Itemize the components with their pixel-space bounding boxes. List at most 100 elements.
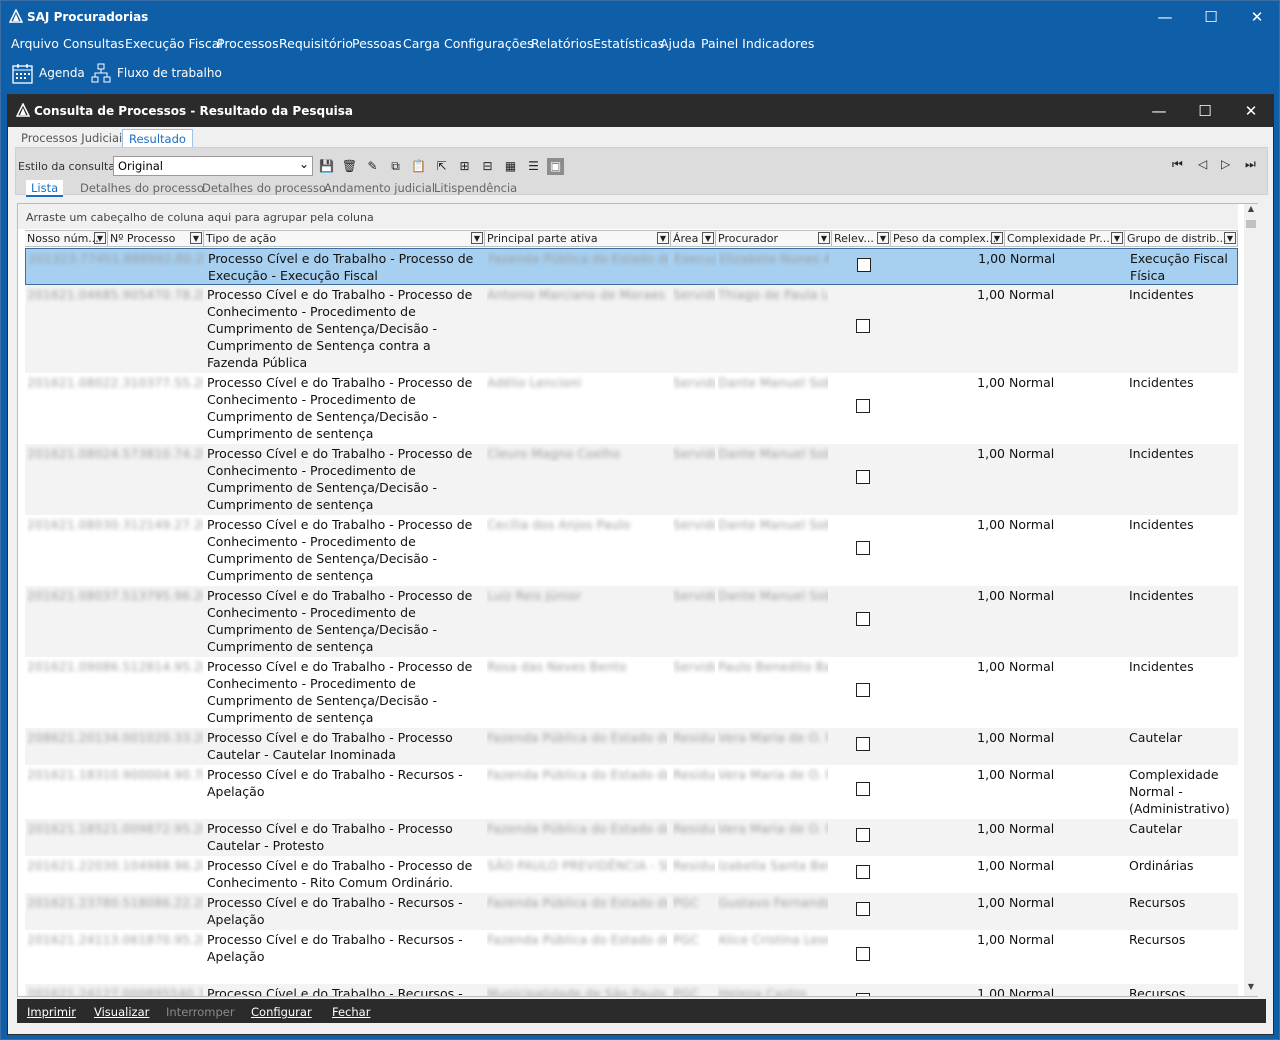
- window-close-icon[interactable]: ✕: [1228, 95, 1274, 127]
- col-complexidade[interactable]: Complexidade Pr... ▼: [1005, 231, 1125, 247]
- relevante-checkbox[interactable]: [856, 737, 870, 751]
- tree-icon[interactable]: ⊞: [456, 158, 473, 175]
- maximize-icon[interactable]: ☐: [1188, 1, 1234, 33]
- agenda-button[interactable]: Agenda: [12, 61, 85, 85]
- table-row[interactable]: 201621.09086.512814.95.207 Processo Cível…: [25, 657, 1238, 728]
- table-row[interactable]: 201323.77451.888992.80.207 Processo Cível…: [25, 248, 1238, 285]
- filter-dropdown-icon[interactable]: ▼: [818, 232, 830, 244]
- col-relevancia[interactable]: Relev... ▼: [832, 231, 891, 247]
- scroll-down-icon[interactable]: ▼: [1244, 982, 1258, 996]
- menu-ajuda[interactable]: Ajuda: [660, 36, 696, 51]
- relevante-checkbox[interactable]: [856, 993, 870, 996]
- table-row[interactable]: 201621.04685.905470.78.207 Processo Cível…: [25, 285, 1238, 373]
- relevante-checkbox[interactable]: [856, 612, 870, 626]
- fluxo-de-trabalho-button[interactable]: Fluxo de trabalho: [91, 61, 222, 85]
- subtab-andamento-judicial[interactable]: Andamento judicial: [319, 180, 440, 197]
- relevante-checkbox[interactable]: [856, 683, 870, 697]
- col-area[interactable]: Área ▼: [671, 231, 716, 247]
- relevante-checkbox[interactable]: [856, 828, 870, 842]
- table-row[interactable]: 201621.18521.009872.95.207 Processo Cível…: [25, 819, 1238, 856]
- visualizar-button[interactable]: Visualizar: [94, 1005, 149, 1019]
- scroll-up-icon[interactable]: ▲: [1244, 204, 1258, 218]
- table-row[interactable]: 201621.24127.000895540.196 Processo Cível…: [25, 984, 1238, 996]
- first-page-icon[interactable]: ⏮: [1172, 157, 1183, 172]
- last-page-icon[interactable]: ⏭: [1245, 157, 1256, 172]
- menu-relatorios[interactable]: Relatórios: [531, 36, 593, 51]
- menu-processos[interactable]: Processos: [217, 36, 279, 51]
- columns-icon[interactable]: ▦: [502, 158, 519, 175]
- menu-configuracoes[interactable]: Configurações: [444, 36, 534, 51]
- edit-icon[interactable]: ✎: [364, 158, 381, 175]
- table-row[interactable]: 201621.18310.900004.90.781 Processo Cível…: [25, 765, 1238, 819]
- table-row[interactable]: 208621.20134.001020.33.207 Processo Cível…: [25, 728, 1238, 765]
- table-row[interactable]: 201621.08024.573810.74.207 Processo Cível…: [25, 444, 1238, 515]
- filter-dropdown-icon[interactable]: ▼: [1111, 232, 1123, 244]
- filter-dropdown-icon[interactable]: ▼: [991, 232, 1003, 244]
- subtab-detalhes-processo-2[interactable]: Detalhes do processo: [197, 180, 331, 197]
- subtab-litispendencia[interactable]: Litispendência: [429, 180, 522, 197]
- tab-processos-judiciais[interactable]: Processos Judiciais: [15, 129, 134, 147]
- relevante-checkbox[interactable]: [856, 319, 870, 333]
- cell-nosso-numero: 201621.08037.513795.96.208: [27, 588, 203, 603]
- col-n-processo[interactable]: Nº Processo ▼: [108, 231, 204, 247]
- relevante-checkbox[interactable]: [856, 470, 870, 484]
- relevante-checkbox[interactable]: [856, 541, 870, 555]
- menu-consultas[interactable]: Consultas: [63, 36, 124, 51]
- col-procurador[interactable]: Procurador ▼: [716, 231, 832, 247]
- subtab-lista[interactable]: Lista: [26, 180, 64, 197]
- export-icon[interactable]: ⇱: [433, 158, 450, 175]
- table-row[interactable]: 201621.22030.104988.96.207 Processo Cível…: [25, 856, 1238, 893]
- relevante-checkbox[interactable]: [856, 902, 870, 916]
- fechar-button[interactable]: Fechar: [332, 1005, 370, 1019]
- window-minimize-icon[interactable]: —: [1136, 95, 1182, 127]
- filter-dropdown-icon[interactable]: ▼: [657, 232, 669, 244]
- scroll-thumb[interactable]: [1246, 220, 1256, 228]
- delete-icon[interactable]: 🗑: [341, 158, 358, 175]
- relevante-checkbox[interactable]: [856, 782, 870, 796]
- grid-view-icon[interactable]: ▣: [547, 158, 564, 175]
- table-row[interactable]: 201621.08022.310377.55.207 Processo Cível…: [25, 373, 1238, 444]
- vertical-scrollbar[interactable]: ▲ ▼: [1244, 204, 1258, 996]
- rows-icon[interactable]: ☰: [525, 158, 542, 175]
- menu-pessoas[interactable]: Pessoas: [352, 36, 402, 51]
- menu-estatisticas[interactable]: Estatísticas: [593, 36, 664, 51]
- close-icon[interactable]: ✕: [1234, 1, 1280, 33]
- menu-execucao-fiscal[interactable]: Execução Fiscal: [125, 36, 223, 51]
- configurar-button[interactable]: Configurar: [251, 1005, 312, 1019]
- subtab-detalhes-processo-1[interactable]: Detalhes do processo: [75, 180, 209, 197]
- col-principal-parte-ativa[interactable]: Principal parte ativa ▼: [485, 231, 671, 247]
- table-row[interactable]: 201621.08037.513795.96.208 Processo Cível…: [25, 586, 1238, 657]
- filter-dropdown-icon[interactable]: ▼: [471, 232, 483, 244]
- col-peso-complexidade[interactable]: Peso da complex... ▼: [891, 231, 1005, 247]
- table-row[interactable]: 201621.08030.312149.27.207 Processo Cível…: [25, 515, 1238, 586]
- save-icon[interactable]: 💾: [318, 158, 335, 175]
- filter-dropdown-icon[interactable]: ▼: [190, 232, 202, 244]
- table-row[interactable]: 201621.23780.518086.22.207 Processo Cível…: [25, 893, 1238, 930]
- col-nosso-numero[interactable]: Nosso núm... ▼: [25, 231, 108, 247]
- table-row[interactable]: 201621.24113.061870.95.207 Processo Cível…: [25, 930, 1238, 984]
- window-maximize-icon[interactable]: ☐: [1182, 95, 1228, 127]
- relevante-checkbox[interactable]: [857, 258, 871, 272]
- filter-dropdown-icon[interactable]: ▼: [94, 232, 106, 244]
- copy-icon[interactable]: ⧉: [387, 158, 404, 175]
- group-icon[interactable]: ⊟: [479, 158, 496, 175]
- menu-arquivo[interactable]: Arquivo: [11, 36, 59, 51]
- menu-painel-indicadores[interactable]: Painel Indicadores: [701, 36, 814, 51]
- filter-dropdown-icon[interactable]: ▼: [877, 232, 889, 244]
- filter-dropdown-icon[interactable]: ▼: [702, 232, 714, 244]
- relevante-checkbox[interactable]: [856, 947, 870, 961]
- menu-carga[interactable]: Carga: [403, 36, 440, 51]
- previous-page-icon[interactable]: ◁: [1198, 157, 1207, 171]
- chevron-down-icon[interactable]: ⌄: [299, 157, 309, 171]
- imprimir-button[interactable]: Imprimir: [27, 1005, 76, 1019]
- relevante-checkbox[interactable]: [856, 399, 870, 413]
- relevante-checkbox[interactable]: [856, 865, 870, 879]
- next-page-icon[interactable]: ▷: [1221, 157, 1230, 171]
- estilo-select[interactable]: Original ⌄: [113, 156, 313, 176]
- col-grupo-distribuicao[interactable]: Grupo de distrib... ▼: [1125, 231, 1238, 247]
- menu-requisitorio[interactable]: Requisitório: [279, 36, 353, 51]
- minimize-icon[interactable]: —: [1142, 1, 1188, 33]
- filter-dropdown-icon[interactable]: ▼: [1224, 232, 1236, 244]
- col-tipo-acao[interactable]: Tipo de ação ▼: [204, 231, 485, 247]
- tab-resultado[interactable]: Resultado: [122, 129, 193, 147]
